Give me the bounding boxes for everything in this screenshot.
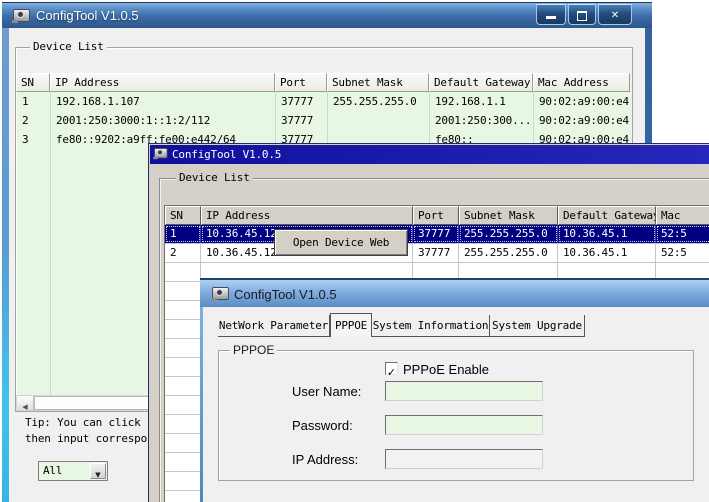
close-button[interactable]: ✕ xyxy=(598,4,632,25)
cell-empty xyxy=(165,415,201,433)
cell-empty xyxy=(165,434,201,452)
window3-title: ConfigTool V1.0.5 xyxy=(234,287,337,302)
pppoe-enable-label: PPPoE Enable xyxy=(403,362,490,377)
context-menu: Open Device Web xyxy=(274,229,408,256)
column-header-ip[interactable]: IP Address xyxy=(201,206,413,225)
cell-ip: 192.168.1.107 xyxy=(56,95,140,108)
chevron-down-icon: ▼ xyxy=(95,471,101,479)
column-header-port[interactable]: Port xyxy=(275,73,327,92)
cell-empty xyxy=(165,472,201,490)
filter-dropdown-value: All xyxy=(43,464,63,477)
cell-sn: 1 xyxy=(22,95,29,108)
cell-empty xyxy=(165,263,201,281)
app-camera-icon xyxy=(12,9,30,23)
grid-line xyxy=(50,92,51,395)
cell-gateway: 10.36.45.1 xyxy=(558,244,656,262)
device-list-group-label: Device List xyxy=(30,41,107,53)
cell-empty xyxy=(165,358,201,376)
filter-dropdown[interactable]: All ▼ xyxy=(38,461,108,481)
column-header-ip[interactable]: IP Address xyxy=(50,73,275,92)
app-camera-icon xyxy=(153,148,171,161)
window3-left-border xyxy=(200,307,203,502)
scroll-left-arrow-icon[interactable]: ◀ xyxy=(17,396,34,411)
cell-port: 37777 xyxy=(281,95,314,108)
cell-empty xyxy=(165,320,201,338)
ip-address-label: IP Address: xyxy=(292,452,359,467)
cell-mac: 52:5 xyxy=(656,225,709,243)
cell-mac: 90:02:a9:00:e4 xyxy=(539,95,629,108)
window1-title: ConfigTool V1.0.5 xyxy=(36,8,139,23)
cell-gateway: 192.168.1.1 xyxy=(435,95,506,108)
table-row[interactable]: 2 2001:250:3000:1::1:2/112 37777 2001:25… xyxy=(17,111,631,130)
cell-subnet: 255.255.255.0 xyxy=(459,244,558,262)
table-row[interactable]: 1 192.168.1.107 37777 255.255.255.0 192.… xyxy=(17,92,631,111)
cell-port: 37777 xyxy=(413,225,459,243)
username-field[interactable] xyxy=(385,381,543,401)
column-header-gateway[interactable]: Default Gateway xyxy=(558,206,656,225)
cell-mac: 52:5 xyxy=(656,244,709,262)
ip-address-field[interactable] xyxy=(385,449,543,469)
table-row-selected[interactable]: 1 10.36.45.12 37777 255.255.255.0 10.36.… xyxy=(165,225,709,244)
table-row[interactable]: 2 10.36.45.12 37777 255.255.255.0 10.36.… xyxy=(165,244,709,263)
password-label: Password: xyxy=(292,418,353,433)
window2-title: ConfigTool V1.0.5 xyxy=(172,148,282,161)
window3-titlebar[interactable]: ConfigTool V1.0.5 xyxy=(200,278,709,307)
column-header-mac[interactable]: Mac Address xyxy=(533,73,630,92)
device-table-header: SN IP Address Port Subnet Mask Default G… xyxy=(165,206,709,225)
cell-subnet: 255.255.255.0 xyxy=(459,225,558,243)
cell-mac: 90:02:a9:00:e4 xyxy=(539,114,629,127)
column-header-sn[interactable]: SN xyxy=(16,73,50,92)
cell-empty xyxy=(165,377,201,395)
column-header-port[interactable]: Port xyxy=(413,206,459,225)
pppoe-group-label: PPPOE xyxy=(230,343,278,357)
cell-port: 37777 xyxy=(281,114,314,127)
checkmark-icon: ✓ xyxy=(386,366,397,379)
column-header-gateway[interactable]: Default Gateway xyxy=(429,73,533,92)
window1-left-border xyxy=(2,28,9,502)
tab-system-upgrade[interactable]: System Upgrade xyxy=(490,315,585,337)
cell-empty xyxy=(165,396,201,414)
cell-sn: 1 xyxy=(165,225,201,243)
cell-subnet xyxy=(328,111,430,130)
tab-pppoe[interactable]: PPPOE xyxy=(330,313,372,337)
column-header-subnet[interactable]: Subnet Mask xyxy=(459,206,558,225)
app-camera-icon xyxy=(211,287,229,301)
cell-empty xyxy=(165,453,201,471)
cell-empty xyxy=(165,491,201,502)
cell-port: 37777 xyxy=(413,244,459,262)
username-label: User Name: xyxy=(292,384,362,399)
minimize-button[interactable] xyxy=(536,4,566,25)
window2-titlebar[interactable]: ConfigTool V1.0.5 xyxy=(150,145,709,164)
cell-empty xyxy=(165,301,201,319)
tab-system-information[interactable]: System Information xyxy=(372,315,490,337)
cell-gateway: 2001:250:300... xyxy=(435,114,532,127)
tab-network-parameter[interactable]: NetWork Parameter xyxy=(218,315,330,337)
pppoe-enable-checkbox[interactable]: ✓ xyxy=(385,362,398,378)
cell-gateway: 10.36.45.1 xyxy=(558,225,656,243)
window-configtool-pppoe: ConfigTool V1.0.5 NetWork Parameter PPPO… xyxy=(200,278,709,502)
column-header-subnet[interactable]: Subnet Mask xyxy=(327,73,429,92)
window1-titlebar[interactable]: ConfigTool V1.0.5 ✕ xyxy=(2,2,652,28)
cell-sn: 2 xyxy=(165,244,201,262)
password-field[interactable] xyxy=(385,415,543,435)
device-table-header: SN IP Address Port Subnet Mask Default G… xyxy=(16,73,630,92)
column-header-sn[interactable]: SN xyxy=(165,206,201,225)
device-list-group-label: Device List xyxy=(176,171,253,184)
cell-ip: 2001:250:3000:1::1:2/112 xyxy=(56,114,211,127)
cell-empty xyxy=(165,339,201,357)
dropdown-arrow-button[interactable]: ▼ xyxy=(90,463,106,479)
cell-sn: 2 xyxy=(22,114,29,127)
column-header-mac[interactable]: Mac xyxy=(656,206,709,225)
cell-subnet: 255.255.255.0 xyxy=(333,95,417,108)
close-icon: ✕ xyxy=(610,10,620,21)
menu-item-open-device-web[interactable]: Open Device Web xyxy=(275,230,407,255)
cell-empty xyxy=(165,282,201,300)
cell-sn: 3 xyxy=(22,133,29,146)
maximize-button[interactable] xyxy=(568,4,596,25)
desktop: ConfigTool V1.0.5 ✕ Device List SN IP Ad… xyxy=(0,0,709,502)
